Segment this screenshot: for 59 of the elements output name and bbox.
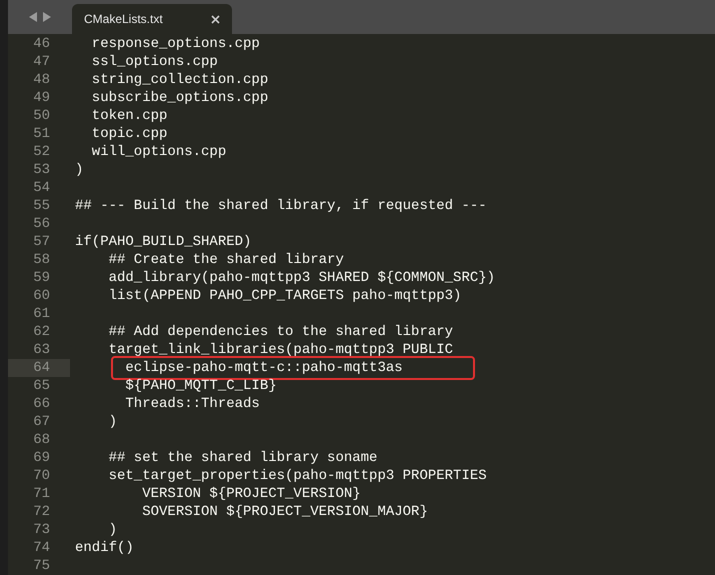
line-number: 61 — [33, 306, 50, 322]
code-line: subscribe_options.cpp — [90, 89, 268, 107]
line-number: 50 — [33, 108, 50, 124]
code-line: ## set the shared library soname — [108, 449, 378, 467]
line-number: 74 — [33, 540, 50, 556]
code-line: will_options.cpp — [90, 143, 226, 161]
line-number: 48 — [33, 72, 50, 88]
line-number: 51 — [33, 126, 50, 142]
line-number: 69 — [33, 450, 50, 466]
line-number: 73 — [33, 522, 50, 538]
line-number: 47 — [33, 54, 50, 70]
line-number: 49 — [33, 90, 50, 106]
code-line: set_target_properties(paho-mqttpp3 PROPERTIES — [108, 467, 487, 485]
line-number: 56 — [33, 216, 50, 232]
line-number: 52 — [33, 144, 50, 160]
line-number: 46 — [33, 36, 50, 52]
line-number: 59 — [33, 270, 50, 286]
line-number: 64 — [33, 360, 50, 376]
code-line: ssl_options.cpp — [90, 53, 218, 71]
line-number: 55 — [33, 198, 50, 214]
code-line: SOVERSION ${PROJECT_VERSION_MAJOR} — [141, 503, 428, 521]
back-arrow-icon[interactable] — [29, 12, 37, 22]
code-line: topic.cpp — [90, 125, 168, 143]
code-line: response_options.cpp — [90, 35, 260, 53]
line-number: 67 — [33, 414, 50, 430]
code-line: Threads::Threads — [124, 395, 260, 413]
line-number: 65 — [33, 378, 50, 394]
code-line: VERSION ${PROJECT_VERSION} — [141, 485, 361, 503]
code-line: eclipse-paho-mqtt-c::paho-mqtt3as — [124, 359, 403, 377]
line-number: 57 — [33, 234, 50, 250]
line-number: 71 — [33, 486, 50, 502]
line-number: 58 — [33, 252, 50, 268]
code-line: token.cpp — [90, 107, 168, 125]
code-line: add_library(paho-mqttpp3 SHARED ${COMMON_SRC}) — [108, 269, 496, 287]
code-line: ## --- Build the shared library, if requested --- — [75, 197, 487, 215]
line-number: 70 — [33, 468, 50, 484]
code-line: ) — [75, 161, 84, 179]
line-number: 68 — [33, 432, 50, 448]
line-number: 53 — [33, 162, 50, 178]
code-line: string_collection.cpp — [90, 71, 268, 89]
code-line: ) — [108, 521, 118, 539]
line-number: 54 — [33, 180, 50, 196]
code-line: ) — [108, 413, 118, 431]
code-line: ## Create the shared library — [108, 251, 344, 269]
close-icon[interactable] — [211, 14, 220, 24]
line-number: 66 — [33, 396, 50, 412]
code-line: endif() — [75, 539, 134, 557]
line-number: 62 — [33, 324, 50, 340]
code-line: list(APPEND PAHO_CPP_TARGETS paho-mqttpp3) — [108, 287, 462, 305]
code-line: ${PAHO_MQTT_C_LIB} — [124, 377, 277, 395]
line-number: 75 — [33, 558, 50, 574]
line-number: 63 — [33, 342, 50, 358]
line-number: 72 — [33, 504, 50, 520]
file-tab[interactable]: CMakeLists.txt — [72, 4, 232, 34]
forward-arrow-icon[interactable] — [43, 12, 51, 22]
code-line: if(PAHO_BUILD_SHARED) — [75, 233, 252, 251]
line-number: 60 — [33, 288, 50, 304]
code-line: ## Add dependencies to the shared library — [108, 323, 454, 341]
code-line: target_link_libraries(paho-mqttpp3 PUBLIC — [108, 341, 454, 359]
